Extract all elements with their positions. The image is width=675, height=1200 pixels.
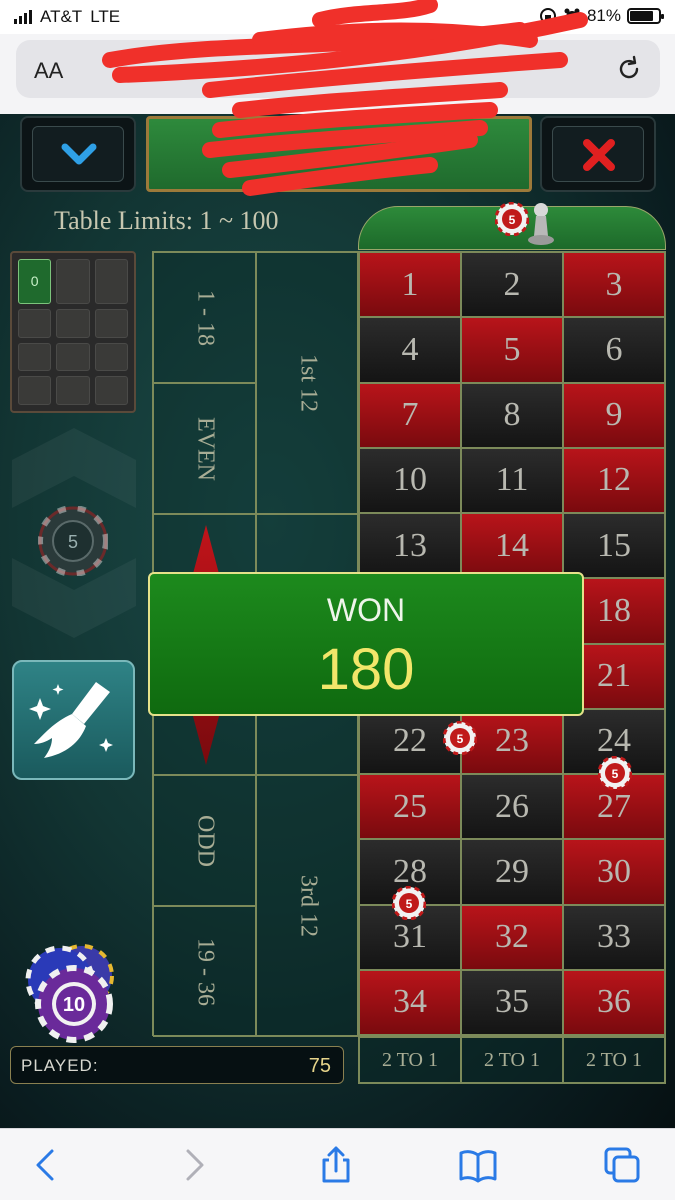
bet-number-36[interactable]: 36	[563, 969, 665, 1035]
selected-chip-value: 5	[68, 532, 78, 552]
bet-dozen-1-label: 1st 12	[295, 353, 321, 413]
broom-icon	[29, 682, 113, 758]
placed-chip[interactable]: 5	[598, 756, 632, 790]
history-cell	[94, 259, 128, 304]
bet-odd[interactable]: ODD	[153, 775, 256, 906]
chip-stack[interactable]: 10	[22, 940, 118, 1044]
column-bets: 2 TO 1 2 TO 1 2 TO 1	[358, 1036, 666, 1084]
bet-number-7[interactable]: 7	[359, 382, 461, 448]
carrier-label: AT&T	[40, 7, 83, 26]
bet-even[interactable]: EVEN	[153, 383, 256, 514]
bet-number-26[interactable]: 26	[461, 774, 563, 840]
win-label: WON	[326, 592, 406, 628]
roulette-game: Table Limits: 1 ~ 100 0 5 1 - 18 EVEN 1s…	[0, 114, 675, 1128]
battery-icon	[627, 8, 664, 24]
tabs-icon[interactable]	[602, 1145, 642, 1185]
bet-column-3[interactable]: 2 TO 1	[563, 1037, 665, 1083]
bet-number-25[interactable]: 25	[359, 774, 461, 840]
win-amount: 180	[317, 637, 415, 702]
bet-high-label: 19 - 36	[192, 937, 218, 1006]
bet-column-1[interactable]: 2 TO 1	[359, 1037, 461, 1083]
history-cell	[56, 308, 90, 338]
back-icon[interactable]	[26, 1145, 66, 1185]
win-popup: WON 180	[148, 572, 584, 716]
bet-number-13[interactable]: 13	[359, 513, 461, 579]
history-cell	[18, 376, 52, 405]
history-cell: 0	[18, 259, 52, 304]
placed-chip[interactable]: 5	[443, 721, 477, 755]
chip-up-button[interactable]	[12, 428, 136, 508]
bet-number-11[interactable]: 11	[461, 447, 563, 513]
battery-fill	[630, 11, 653, 21]
text-size-button[interactable]: AA	[34, 58, 63, 84]
placed-chip-value: 5	[509, 213, 516, 227]
bet-column-2[interactable]: 2 TO 1	[461, 1037, 563, 1083]
bet-dozen-3-label: 3rd 12	[295, 875, 321, 937]
table-limits: Table Limits: 1 ~ 100	[54, 206, 279, 235]
history-cell	[56, 376, 90, 405]
history-cell	[18, 342, 52, 372]
history-cell	[56, 259, 90, 304]
bet-number-6[interactable]: 6	[563, 317, 665, 383]
bet-low[interactable]: 1 - 18	[153, 252, 256, 383]
bet-number-10[interactable]: 10	[359, 447, 461, 513]
selected-chip[interactable]: 5	[38, 506, 108, 576]
history-cell	[94, 308, 128, 338]
bet-number-33[interactable]: 33	[563, 904, 665, 970]
bet-dozen-3[interactable]: 3rd 12	[256, 775, 359, 1037]
redaction-scribble	[102, 0, 588, 196]
bet-low-label: 1 - 18	[192, 289, 218, 346]
browser-toolbar	[0, 1128, 675, 1200]
chip-stack-value: 10	[63, 994, 85, 1016]
bet-number-1[interactable]: 1	[359, 252, 461, 318]
placed-chip-value: 5	[612, 767, 619, 781]
bet-dozen-1[interactable]: 1st 12	[256, 252, 359, 514]
bet-high[interactable]: 19 - 36	[153, 906, 256, 1037]
played-total: PLAYED: 75	[10, 1046, 344, 1084]
history-grid: 0	[10, 251, 136, 413]
bet-number-2[interactable]: 2	[461, 252, 563, 318]
bet-number-5[interactable]: 5	[461, 317, 563, 383]
history-cell	[56, 342, 90, 372]
played-value: 75	[308, 1055, 331, 1077]
placed-chip[interactable]: 5	[392, 886, 426, 920]
bet-number-32[interactable]: 32	[461, 904, 563, 970]
history-cell	[18, 308, 52, 338]
placed-chip-value: 5	[406, 897, 413, 911]
bet-number-8[interactable]: 8	[461, 382, 563, 448]
bet-number-15[interactable]: 15	[563, 513, 665, 579]
bet-number-12[interactable]: 12	[563, 447, 665, 513]
signal-icon	[14, 10, 32, 24]
bet-number-34[interactable]: 34	[359, 969, 461, 1035]
share-icon[interactable]	[316, 1145, 356, 1185]
clear-bets-button[interactable]	[12, 660, 135, 780]
bookmarks-icon[interactable]	[458, 1145, 498, 1185]
bet-number-29[interactable]: 29	[461, 839, 563, 905]
history-cell	[94, 376, 128, 405]
bet-odd-label: ODD	[192, 814, 218, 867]
reload-icon[interactable]	[614, 54, 644, 84]
placed-chip-value: 5	[457, 732, 464, 746]
bet-number-35[interactable]: 35	[461, 969, 563, 1035]
forward-icon[interactable]	[174, 1145, 214, 1185]
played-label: PLAYED:	[21, 1056, 99, 1075]
bet-number-9[interactable]: 9	[563, 382, 665, 448]
history-cell	[94, 342, 128, 372]
bet-number-3[interactable]: 3	[563, 252, 665, 318]
bet-number-4[interactable]: 4	[359, 317, 461, 383]
bet-even-label: EVEN	[192, 416, 218, 481]
bet-number-14[interactable]: 14	[461, 513, 563, 579]
bet-number-30[interactable]: 30	[563, 839, 665, 905]
